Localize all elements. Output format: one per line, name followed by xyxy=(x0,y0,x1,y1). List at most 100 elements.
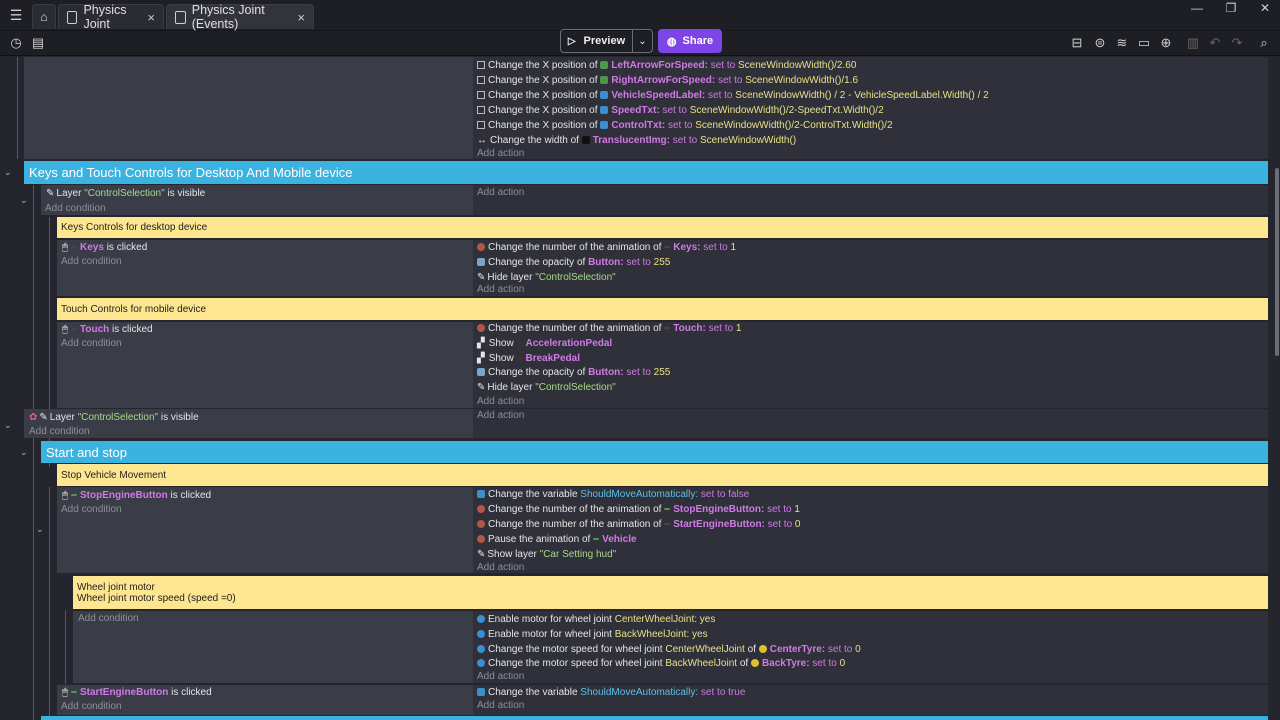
add-condition-link[interactable]: Add condition xyxy=(61,338,122,349)
add-subevent-icon[interactable]: ⊜ xyxy=(1091,34,1109,52)
add-comment-icon[interactable]: ▭ xyxy=(1135,34,1153,52)
comment[interactable]: Keys Controls for desktop device xyxy=(57,217,1268,238)
action-area[interactable] xyxy=(473,409,1268,438)
action-line[interactable]: Change the X position of VehicleSpeedLab… xyxy=(477,88,989,102)
add-condition-link[interactable]: Add condition xyxy=(61,701,122,712)
action-value: 0 xyxy=(855,643,861,655)
tab-physics-joint[interactable]: Physics Joint × xyxy=(58,3,164,31)
comment[interactable]: Stop Vehicle Movement xyxy=(57,464,1268,486)
add-action-link[interactable]: Add action xyxy=(477,187,524,198)
add-action-link[interactable]: Add action xyxy=(477,562,524,573)
action-line[interactable]: Enable motor for wheel joint CenterWheel… xyxy=(477,612,715,626)
minimize-icon[interactable]: — xyxy=(1180,0,1214,16)
hamburger-menu-icon[interactable]: ☰ xyxy=(4,0,28,31)
text-object-icon xyxy=(600,106,609,114)
action-line[interactable]: ✎ Show layer "Car Setting hud" xyxy=(477,547,616,561)
add-action-link[interactable]: Add action xyxy=(477,700,524,711)
condition-line[interactable]: ✎ Layer "ControlSelection" is visible xyxy=(46,186,205,200)
history-icon[interactable]: ◷ xyxy=(7,34,25,52)
action-line[interactable]: Change the variable ShouldMoveAutomatica… xyxy=(477,685,745,699)
action-line[interactable]: ↔ Change the width of TranslucentImg: set… xyxy=(477,133,796,147)
condition-area[interactable] xyxy=(24,57,473,159)
action-line[interactable]: Change the opacity of Button: set to 255 xyxy=(477,255,670,269)
share-button[interactable]: ◍ Share xyxy=(658,29,722,53)
collapse-chevron-icon[interactable]: ⌄ xyxy=(20,195,28,206)
object-name: Keys: xyxy=(673,241,701,253)
condition-line[interactable]: 🖱 StopEngineButton is clicked xyxy=(62,488,211,502)
redo-icon[interactable]: ↷ xyxy=(1228,34,1246,52)
action-area[interactable] xyxy=(473,185,1268,215)
add-condition-link[interactable]: Add condition xyxy=(78,613,139,624)
tree-line xyxy=(33,463,34,720)
action-line[interactable]: Change the variable ShouldMoveAutomatica… xyxy=(477,487,749,501)
scrollbar[interactable] xyxy=(1275,168,1279,356)
window-close-icon[interactable]: ✕ xyxy=(1248,0,1280,16)
add-action-link[interactable]: Add action xyxy=(477,410,524,421)
tab-label: Physics Joint (Events) xyxy=(191,3,265,31)
action-line[interactable]: Enable motor for wheel joint BackWheelJo… xyxy=(477,627,708,641)
condition-line[interactable]: 🖱 Keys is clicked xyxy=(62,240,147,254)
action-line[interactable]: Pause the animation of Vehicle xyxy=(477,532,637,546)
action-text: Enable motor for wheel joint xyxy=(488,613,612,625)
add-condition-link[interactable]: Add condition xyxy=(61,504,122,515)
add-icon[interactable]: ⊕ xyxy=(1157,34,1175,52)
action-text: Enable motor for wheel joint xyxy=(488,628,612,640)
action-line[interactable]: Change the number of the animation of St… xyxy=(477,502,800,516)
condition-line[interactable]: 🖱 StartEngineButton is clicked xyxy=(62,685,212,699)
action-line[interactable]: Change the number of the animation of St… xyxy=(477,517,800,531)
object-name: Keys xyxy=(80,241,104,253)
action-line[interactable]: Change the number of the animation of To… xyxy=(477,321,741,335)
preview-button[interactable]: ▷ Preview xyxy=(560,29,633,53)
condition-line[interactable]: 🖱 Touch is clicked xyxy=(62,322,153,336)
action-text: Hide layer xyxy=(487,381,533,393)
comment[interactable]: Wheel joint motor Wheel joint motor spee… xyxy=(73,576,1268,609)
undo-icon[interactable]: ↶ xyxy=(1206,34,1224,52)
add-condition-link[interactable]: Add condition xyxy=(29,426,90,437)
action-line[interactable]: ✎ Hide layer "ControlSelection" xyxy=(477,380,616,394)
action-line[interactable]: Change the X position of ControlTxt: set… xyxy=(477,118,893,132)
comment[interactable]: Touch Controls for mobile device xyxy=(57,298,1268,320)
preview-dropdown[interactable]: ⌄ xyxy=(633,29,653,53)
action-line[interactable]: Change the X position of SpeedTxt: set t… xyxy=(477,103,884,117)
delete-icon[interactable]: ▥ xyxy=(1184,34,1202,52)
action-text: Change the X position of xyxy=(488,74,598,86)
add-action-link[interactable]: Add action xyxy=(477,671,524,682)
close-icon[interactable]: × xyxy=(297,10,305,25)
add-condition-link[interactable]: Add condition xyxy=(45,203,106,214)
save-icon[interactable]: ▤ xyxy=(29,34,47,52)
resize-width-icon: ↔ xyxy=(477,134,487,146)
add-group-icon[interactable]: ≋ xyxy=(1113,34,1131,52)
condition-line[interactable]: ✿ ✎ Layer "ControlSelection" is visible xyxy=(29,410,199,424)
physics-icon xyxy=(477,615,485,623)
title-bar: ☰ ⌂ Physics Joint × Physics Joint (Event… xyxy=(0,0,1280,31)
action-line[interactable]: Change the opacity of Button: set to 255 xyxy=(477,365,670,379)
maximize-icon[interactable]: ❐ xyxy=(1214,0,1248,16)
search-icon[interactable]: ⌕ xyxy=(1255,34,1273,52)
collapse-chevron-icon[interactable]: ⌄ xyxy=(36,524,44,535)
add-action-link[interactable]: Add action xyxy=(477,148,524,159)
add-action-link[interactable]: Add action xyxy=(477,284,524,295)
close-icon[interactable]: × xyxy=(147,10,155,25)
action-line[interactable]: Change the X position of LeftArrowForSpe… xyxy=(477,58,856,72)
object-name: Touch xyxy=(80,323,110,335)
add-action-link[interactable]: Add action xyxy=(477,396,524,407)
tab-physics-joint-events[interactable]: Physics Joint (Events) × xyxy=(166,3,314,31)
layer-icon: ✎ xyxy=(46,187,55,199)
group-banner[interactable]: Keys and Touch Controls for Desktop And … xyxy=(24,161,1268,184)
action-line[interactable]: ▞ Show AccelerationPedal xyxy=(477,336,612,350)
collapse-chevron-icon[interactable]: ⌄ xyxy=(20,447,28,458)
collapse-chevron-icon[interactable]: ⌄ xyxy=(4,167,12,178)
action-line[interactable]: Change the number of the animation of Ke… xyxy=(477,240,736,254)
home-tab[interactable]: ⌂ xyxy=(32,4,56,29)
group-banner[interactable]: Start and stop xyxy=(41,441,1268,463)
action-line[interactable]: Change the motor speed for wheel joint C… xyxy=(477,642,861,656)
action-line[interactable]: Change the X position of RightArrowForSp… xyxy=(477,73,858,87)
action-line[interactable]: ✎ Hide layer "ControlSelection" xyxy=(477,270,616,284)
collapse-chevron-icon[interactable]: ⌄ xyxy=(4,420,12,431)
action-line[interactable]: ▞ Show BreakPedal xyxy=(477,351,580,365)
add-condition-link[interactable]: Add condition xyxy=(61,256,122,267)
action-keyword: set to xyxy=(703,241,728,253)
add-event-icon[interactable]: ⊟ xyxy=(1068,34,1086,52)
action-line[interactable]: Change the motor speed for wheel joint B… xyxy=(477,656,845,670)
action-value: SceneWindowWidth()/1.6 xyxy=(745,74,859,86)
